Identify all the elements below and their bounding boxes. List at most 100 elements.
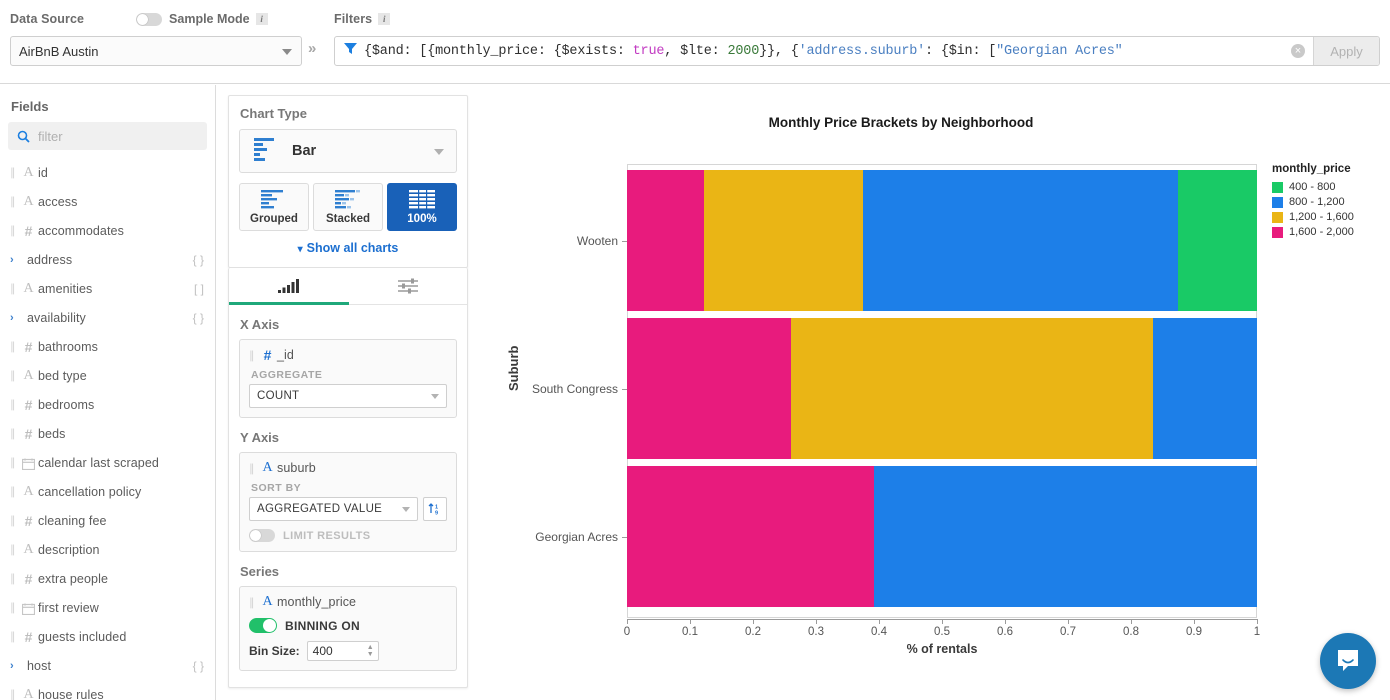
drag-handle-icon[interactable]: ∥: [10, 369, 19, 382]
field-type-brace: { }: [193, 659, 204, 673]
field-item--id[interactable]: ∥A id: [0, 158, 215, 187]
legend-item[interactable]: 1,200 - 1,600: [1272, 211, 1354, 223]
bar-segment[interactable]: [874, 466, 1257, 607]
bar-segment[interactable]: [863, 170, 1178, 311]
drag-handle-icon[interactable]: ∥: [10, 340, 19, 353]
drag-handle-icon[interactable]: ∥: [10, 514, 19, 527]
drag-handle-icon[interactable]: ∥: [10, 572, 19, 585]
show-all-charts-link[interactable]: ▾Show all charts: [229, 231, 467, 267]
aggregate-value: COUNT: [257, 390, 299, 402]
bar-row[interactable]: [627, 466, 1257, 607]
fields-search-box[interactable]: [8, 122, 207, 150]
drag-handle-icon[interactable]: ∥: [10, 601, 19, 614]
field-item-bathrooms[interactable]: ∥#bathrooms: [0, 332, 215, 361]
field-item-beds[interactable]: ∥#beds: [0, 419, 215, 448]
field-item-bedrooms[interactable]: ∥#bedrooms: [0, 390, 215, 419]
field-item-house-rules[interactable]: ∥Ahouse rules: [0, 680, 215, 700]
field-item-first-review[interactable]: ∥first review: [0, 593, 215, 622]
expand-panel-icon[interactable]: »: [308, 40, 316, 57]
field-item-cleaning-fee[interactable]: ∥#cleaning fee: [0, 506, 215, 535]
bar-segment[interactable]: [627, 170, 704, 311]
series-section-label: Series: [229, 552, 467, 586]
aggregate-label: AGGREGATE: [251, 369, 447, 381]
filters-info-icon[interactable]: i: [378, 13, 390, 25]
field-item-extra-people[interactable]: ∥#extra people: [0, 564, 215, 593]
drag-handle-icon[interactable]: ∥: [10, 688, 19, 700]
drag-handle-icon[interactable]: ∥: [10, 282, 19, 295]
aggregate-select[interactable]: COUNT: [249, 384, 447, 408]
field-item-host[interactable]: › host { }: [0, 651, 215, 680]
chevron-right-icon[interactable]: ›: [10, 312, 19, 324]
drag-handle-icon[interactable]: ∥: [10, 543, 19, 556]
drag-handle-icon[interactable]: ∥: [10, 195, 19, 208]
sort-by-select[interactable]: AGGREGATED VALUE: [249, 497, 418, 521]
legend-item[interactable]: 1,600 - 2,000: [1272, 226, 1354, 238]
field-item-description[interactable]: ∥Adescription: [0, 535, 215, 564]
field-item-cancellation-policy[interactable]: ∥Acancellation policy: [0, 477, 215, 506]
legend-item[interactable]: 800 - 1,200: [1272, 196, 1354, 208]
limit-results-toggle[interactable]: [249, 529, 275, 542]
field-item-bed-type[interactable]: ∥Abed type: [0, 361, 215, 390]
data-source-block: Data Source Sample Mode i AirBnB Austin …: [0, 0, 312, 66]
field-item-amenities[interactable]: ∥Aamenities[ ]: [0, 274, 215, 303]
sort-direction-button[interactable]: 1 9: [423, 497, 447, 521]
filter-key-suburb: 'address.suburb': [799, 44, 925, 59]
field-item-availability[interactable]: ›availability{ }: [0, 303, 215, 332]
x-axis-tick-label: 0.3: [808, 626, 824, 638]
series-field[interactable]: ∥ A monthly_price: [249, 594, 447, 610]
drag-handle-icon[interactable]: ∥: [10, 398, 19, 411]
clear-filter-icon[interactable]: ×: [1291, 44, 1305, 58]
stepper-arrows-icon[interactable]: ▲▼: [367, 644, 374, 658]
field-item-accommodates[interactable]: ∥#accommodates: [0, 216, 215, 245]
drag-handle-icon[interactable]: ∥: [10, 456, 19, 469]
field-name: host: [27, 659, 51, 673]
drag-handle-icon[interactable]: ∥: [10, 427, 19, 440]
apply-filter-button[interactable]: Apply: [1313, 37, 1379, 65]
limit-results-row: LIMIT RESULTS: [249, 529, 447, 542]
drag-handle-icon[interactable]: ∥: [249, 349, 258, 362]
field-item-access[interactable]: ∥Aaccess: [0, 187, 215, 216]
y-axis-field[interactable]: ∥ A suburb: [249, 460, 447, 476]
field-item-calendar-last-scraped[interactable]: ∥calendar last scraped: [0, 448, 215, 477]
tab-settings[interactable]: [348, 268, 467, 304]
chevron-right-icon[interactable]: ›: [10, 254, 19, 266]
drag-handle-icon[interactable]: ∥: [249, 462, 258, 475]
drag-handle-icon[interactable]: ∥: [10, 630, 19, 643]
tab-encoding[interactable]: [229, 268, 348, 304]
filter-input-bar[interactable]: {$and: [{monthly_price: {$exists: true, …: [334, 36, 1380, 66]
legend-swatch: [1272, 197, 1283, 208]
bar-segment[interactable]: [704, 170, 863, 311]
x-axis-tick: [1194, 619, 1195, 624]
data-source-select[interactable]: AirBnB Austin: [10, 36, 302, 66]
binning-toggle[interactable]: [249, 618, 277, 633]
x-axis-field[interactable]: ∥ # _id: [249, 347, 447, 363]
chart-variant-stacked[interactable]: Stacked: [313, 183, 383, 231]
field-item-address[interactable]: ›address{ }: [0, 245, 215, 274]
chart-type-value: Bar: [292, 143, 316, 159]
legend-item[interactable]: 400 - 800: [1272, 181, 1354, 193]
number-type-icon: #: [19, 426, 38, 442]
chart-legend: monthly_price 400 - 800800 - 1,2001,200 …: [1272, 163, 1354, 241]
bar-row[interactable]: [627, 318, 1257, 459]
drag-handle-icon[interactable]: ∥: [10, 224, 19, 237]
bar-segment[interactable]: [627, 318, 791, 459]
chart-variant-100pct[interactable]: 100%: [387, 183, 457, 231]
bar-segment[interactable]: [1178, 170, 1257, 311]
drag-handle-icon[interactable]: ∥: [10, 166, 19, 179]
drag-handle-icon[interactable]: ∥: [249, 596, 258, 609]
bar-segment[interactable]: [1153, 318, 1257, 459]
drag-handle-icon[interactable]: ∥: [10, 485, 19, 498]
bar-row[interactable]: [627, 170, 1257, 311]
bar-segment[interactable]: [791, 318, 1153, 459]
chart-variant-grouped-label: Grouped: [250, 213, 298, 225]
sample-mode-toggle[interactable]: [136, 13, 162, 26]
chevron-right-icon[interactable]: ›: [10, 660, 19, 672]
chart-type-select[interactable]: Bar: [239, 129, 457, 173]
bin-size-stepper[interactable]: 400 ▲▼: [307, 641, 379, 661]
field-item-guests-included[interactable]: ∥#guests included: [0, 622, 215, 651]
sample-mode-info-icon[interactable]: i: [256, 13, 268, 25]
intercom-chat-button[interactable]: [1320, 633, 1376, 689]
chart-variant-grouped[interactable]: Grouped: [239, 183, 309, 231]
fields-filter-input[interactable]: [38, 129, 188, 144]
bar-segment[interactable]: [627, 466, 874, 607]
